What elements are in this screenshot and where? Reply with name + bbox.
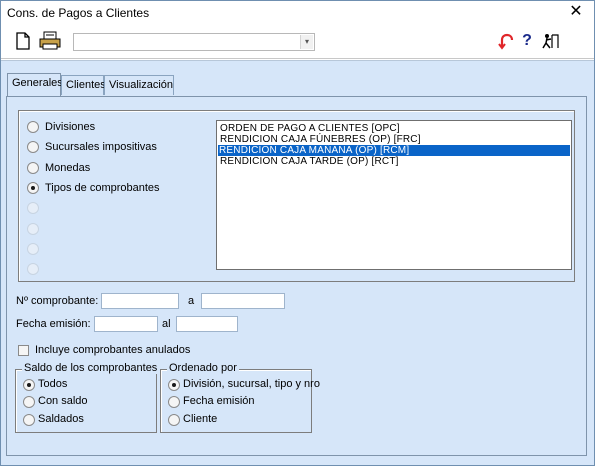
orden-legend: Ordenado por [167, 362, 239, 374]
undo-arrow-icon [498, 33, 514, 50]
comprobantes-listbox[interactable]: ORDEN DE PAGO A CLIENTES [OPC] RENDICION… [216, 120, 572, 270]
radio-divisiones[interactable] [27, 121, 39, 133]
radio-label: Fecha emisión [183, 395, 255, 407]
orden-group: Ordenado por División, sucursal, tipo y … [160, 362, 320, 433]
help-button[interactable]: ? [519, 32, 535, 50]
radio-label: Con saldo [38, 395, 88, 407]
radio-disabled [27, 263, 39, 275]
radio-disabled [27, 243, 39, 255]
saldo-legend: Saldo de los comprobantes [22, 362, 160, 374]
radio-fecha-emision[interactable] [168, 396, 180, 408]
fecha-to-input[interactable] [176, 316, 238, 332]
comprobante-to-input[interactable] [201, 293, 285, 309]
saldo-group: Saldo de los comprobantes Todos Con sald… [15, 362, 160, 433]
radio-label: Monedas [45, 162, 91, 174]
exit-button[interactable] [541, 32, 561, 50]
comprobante-from-input[interactable] [101, 293, 179, 309]
radio-disabled [27, 202, 39, 214]
list-item[interactable]: RENDICION CAJA FÚNEBRES (OP) [FRC] [219, 134, 422, 145]
radio-label: Tipos de comprobantes [45, 182, 160, 194]
printer-icon [39, 31, 61, 50]
tab-clientes[interactable]: Clientes [61, 75, 106, 95]
comprobante-label: Nº comprobante: [16, 295, 99, 307]
tab-panel-generales: Divisiones Sucursales impositivas Moneda… [6, 96, 587, 456]
tab-visualizacion[interactable]: Visualización [104, 75, 174, 95]
window-title: Cons. de Pagos a Clientes [7, 6, 150, 20]
radio-disabled [27, 223, 39, 235]
radio-label: Sucursales impositivas [45, 141, 157, 153]
title-bar: Cons. de Pagos a Clientes ✕ [1, 1, 594, 25]
chevron-down-icon[interactable]: ▾ [300, 35, 313, 49]
help-icon: ? [522, 32, 532, 49]
fecha-from-input[interactable] [94, 316, 158, 332]
fecha-label: Fecha emisión: [16, 318, 91, 330]
radio-saldados[interactable] [23, 414, 35, 426]
fecha-to-label: al [162, 318, 171, 330]
radio-division-sucursal[interactable] [168, 379, 180, 391]
selection-group: Divisiones Sucursales impositivas Moneda… [18, 110, 575, 282]
print-button[interactable] [39, 31, 61, 51]
list-item[interactable]: RENDICION CAJA TARDE (OP) [RCT] [219, 156, 400, 167]
anulados-label: Incluye comprobantes anulados [35, 344, 191, 356]
exit-icon [542, 34, 559, 49]
toolbar-combo[interactable]: ▾ [73, 33, 315, 51]
radio-label: División, sucursal, tipo y nro [183, 378, 320, 390]
new-document-button[interactable] [14, 32, 32, 50]
radio-con-saldo[interactable] [23, 396, 35, 408]
list-item[interactable]: ORDEN DE PAGO A CLIENTES [OPC] [219, 123, 401, 134]
client-area: Generales Clientes Visualización Divisio… [1, 60, 594, 465]
radio-label: Saldados [38, 413, 84, 425]
toolbar: ▾ ? [1, 25, 594, 59]
radio-cliente[interactable] [168, 414, 180, 426]
tab-generales[interactable]: Generales [7, 73, 63, 96]
close-icon: ✕ [569, 3, 583, 20]
new-document-icon [16, 32, 30, 50]
radio-label: Cliente [183, 413, 218, 425]
radio-monedas[interactable] [27, 162, 39, 174]
list-item-selected[interactable]: RENDICION CAJA MAÑANA (OP) [RCM] [218, 145, 570, 156]
radio-sucursales[interactable] [27, 141, 39, 153]
main-window: Cons. de Pagos a Clientes ✕ ▾ ? Generale… [0, 0, 595, 466]
radio-label: Divisiones [45, 121, 96, 133]
anulados-checkbox[interactable] [18, 345, 29, 356]
undo-button[interactable] [497, 32, 515, 50]
comprobante-to-label: a [188, 295, 195, 307]
radio-label: Todos [38, 378, 68, 390]
close-button[interactable]: ✕ [558, 1, 594, 25]
radio-todos[interactable] [23, 379, 35, 391]
radio-tipos-comprobantes[interactable] [27, 182, 39, 194]
